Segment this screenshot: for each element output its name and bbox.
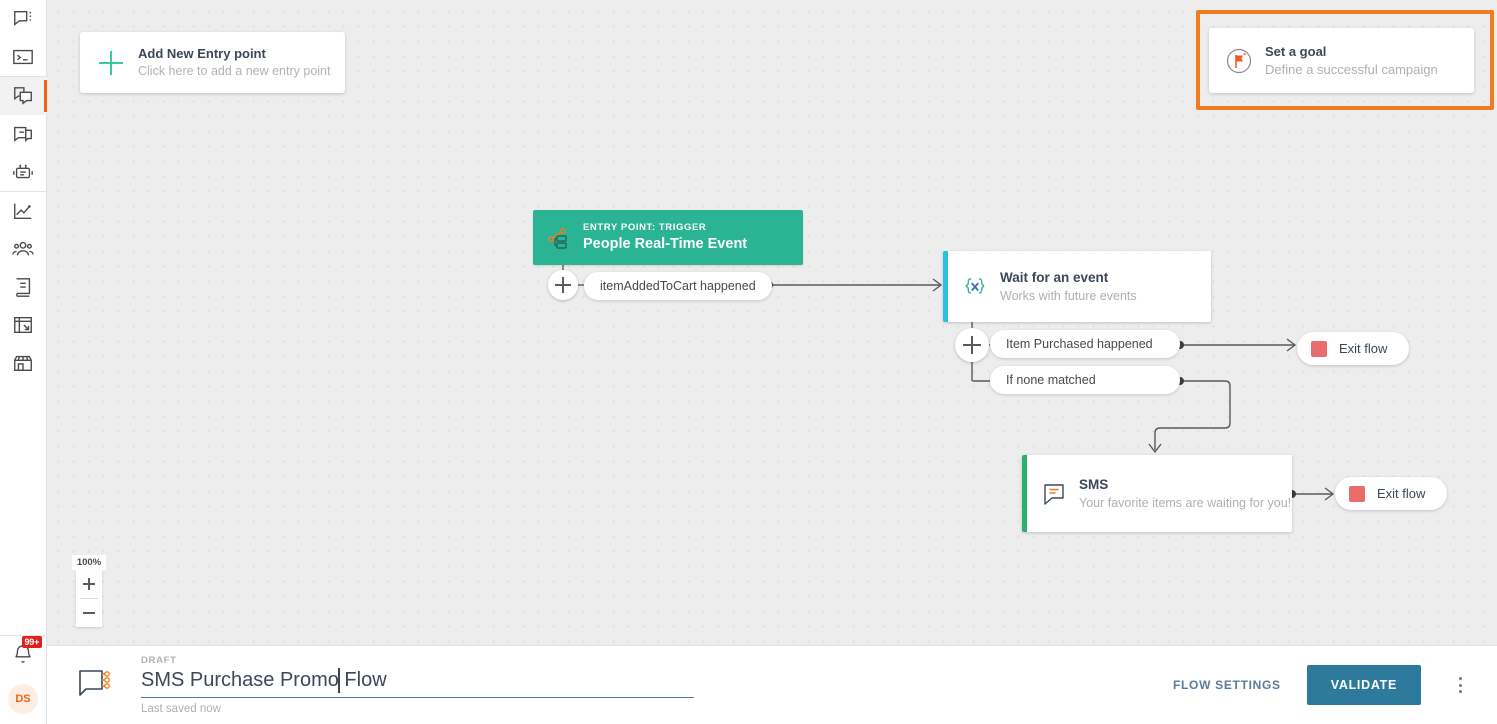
add-entry-point-subtitle: Click here to add a new entry point [138, 64, 331, 78]
exit-flow-swatch-2 [1349, 485, 1365, 502]
event-node-icon [546, 225, 572, 251]
kebab-menu-icon[interactable] [1445, 668, 1475, 702]
sms-node-text: SMS Your favorite items are waiting for … [1079, 476, 1291, 512]
notification-badge: 99+ [21, 636, 43, 648]
sms-node-title: SMS [1079, 476, 1109, 492]
store-icon [12, 352, 34, 374]
layout-icon [12, 314, 34, 336]
entry-point-title: People Real-Time Event [583, 236, 748, 252]
sidebar-item-console[interactable] [0, 38, 47, 76]
entry-point-kicker: ENTRY POINT: TRIGGER [583, 222, 707, 233]
flow-settings-button[interactable]: FLOW SETTINGS [1173, 678, 1281, 692]
exit-flow-swatch [1311, 340, 1327, 357]
sidebar-group-1 [0, 0, 46, 76]
wait-node-accent-bar [943, 251, 948, 322]
text-caret [338, 667, 340, 693]
condition-pill-item-purchased[interactable]: Item Purchased happened [990, 330, 1180, 358]
wait-node-subtitle: Works with future events [1000, 288, 1137, 303]
add-entry-point-card[interactable]: Add New Entry point Click here to add a … [80, 32, 345, 93]
sms-node-subtitle: Your favorite items are waiting for you! [1079, 495, 1292, 510]
sidebar-item-store[interactable] [0, 344, 47, 382]
sms-node[interactable]: SMS Your favorite items are waiting for … [1022, 455, 1292, 532]
wait-node-title: Wait for an event [1000, 269, 1109, 285]
flow-name-input[interactable] [141, 666, 694, 694]
people-icon [12, 238, 34, 260]
condition-pill-if-none-matched[interactable]: If none matched [990, 366, 1180, 394]
bottom-bar-actions: FLOW SETTINGS VALIDATE [1173, 665, 1497, 705]
set-a-goal-title: Set a goal [1265, 43, 1327, 59]
zoom-out-button[interactable] [76, 599, 102, 627]
condition-pill-item-added-to-cart[interactable]: itemAddedToCart happened [584, 272, 772, 300]
entry-point-trigger-node[interactable]: ENTRY POINT: TRIGGER People Real-Time Ev… [533, 210, 803, 265]
sidebar-item-knowledge[interactable] [0, 268, 47, 306]
flow-meta: DRAFT Last saved now [141, 654, 701, 717]
set-a-goal-card[interactable]: Set a goal Define a successful campaign [1209, 28, 1474, 93]
flow-status-label: DRAFT [141, 654, 177, 666]
braces-x-icon [962, 274, 988, 300]
sidebar-item-analytics[interactable] [0, 192, 47, 230]
flow-builder-app: 99+ DS Add New Entry point Click here to… [0, 0, 1497, 724]
sidebar-item-bots[interactable] [0, 153, 47, 191]
left-sidebar: 99+ DS [0, 0, 47, 724]
analytics-icon [12, 200, 34, 222]
templates-icon [12, 123, 34, 145]
add-entry-point-text: Add New Entry point Click here to add a … [138, 45, 330, 80]
sms-node-accent-bar [1022, 455, 1027, 532]
zoom-in-button[interactable] [76, 570, 102, 598]
flow-canvas[interactable]: Add New Entry point Click here to add a … [47, 0, 1497, 645]
zoom-buttons [76, 570, 102, 627]
exit-flow-label: Exit flow [1339, 341, 1388, 356]
flow-diagram-icon [75, 665, 115, 705]
add-step-button-1[interactable] [548, 270, 578, 300]
sidebar-item-people[interactable] [0, 230, 47, 268]
entry-point-trigger-text: ENTRY POINT: TRIGGER People Real-Time Ev… [583, 222, 747, 253]
add-entry-point-title: Add New Entry point [138, 46, 266, 61]
wait-for-event-node[interactable]: Wait for an event Works with future even… [943, 251, 1211, 322]
zoom-level-label: 100% [72, 555, 106, 570]
exit-flow-node-1[interactable]: Exit flow [1297, 332, 1410, 365]
book-icon [12, 276, 34, 298]
kebab-dot-2 [1458, 683, 1462, 687]
flows-icon [12, 85, 34, 107]
sidebar-group-3 [0, 192, 46, 382]
avatar[interactable]: DS [8, 684, 38, 714]
console-icon [12, 46, 34, 68]
wait-node-text: Wait for an event Works with future even… [1000, 269, 1137, 305]
exit-flow-node-2[interactable]: Exit flow [1335, 477, 1448, 510]
bot-icon [12, 161, 34, 183]
sms-bubble-icon [1041, 481, 1067, 507]
notifications-button[interactable]: 99+ [0, 636, 47, 676]
add-step-button-2[interactable] [955, 328, 989, 362]
kebab-dot-3 [1458, 689, 1462, 693]
sidebar-group-2 [0, 77, 47, 191]
zoom-control: 100% [72, 555, 106, 627]
flag-icon [1225, 47, 1253, 75]
flow-name-row [141, 666, 694, 698]
chat-menu-icon [12, 8, 34, 30]
sidebar-item-chat[interactable] [0, 0, 47, 38]
bottom-bar: DRAFT Last saved now FLOW SETTINGS VALID… [47, 645, 1497, 724]
exit-flow-label-2: Exit flow [1377, 486, 1426, 501]
sidebar-item-templates[interactable] [0, 115, 47, 153]
set-a-goal-text: Set a goal Define a successful campaign [1265, 43, 1438, 79]
last-saved-label: Last saved now [141, 702, 221, 715]
sidebar-item-layout[interactable] [0, 306, 47, 344]
sidebar-bottom: 99+ DS [0, 636, 46, 724]
plus-icon [94, 46, 128, 80]
kebab-dot-1 [1458, 677, 1462, 681]
validate-button[interactable]: VALIDATE [1306, 665, 1421, 705]
sidebar-item-flows[interactable] [0, 77, 47, 115]
set-a-goal-subtitle: Define a successful campaign [1265, 61, 1438, 77]
